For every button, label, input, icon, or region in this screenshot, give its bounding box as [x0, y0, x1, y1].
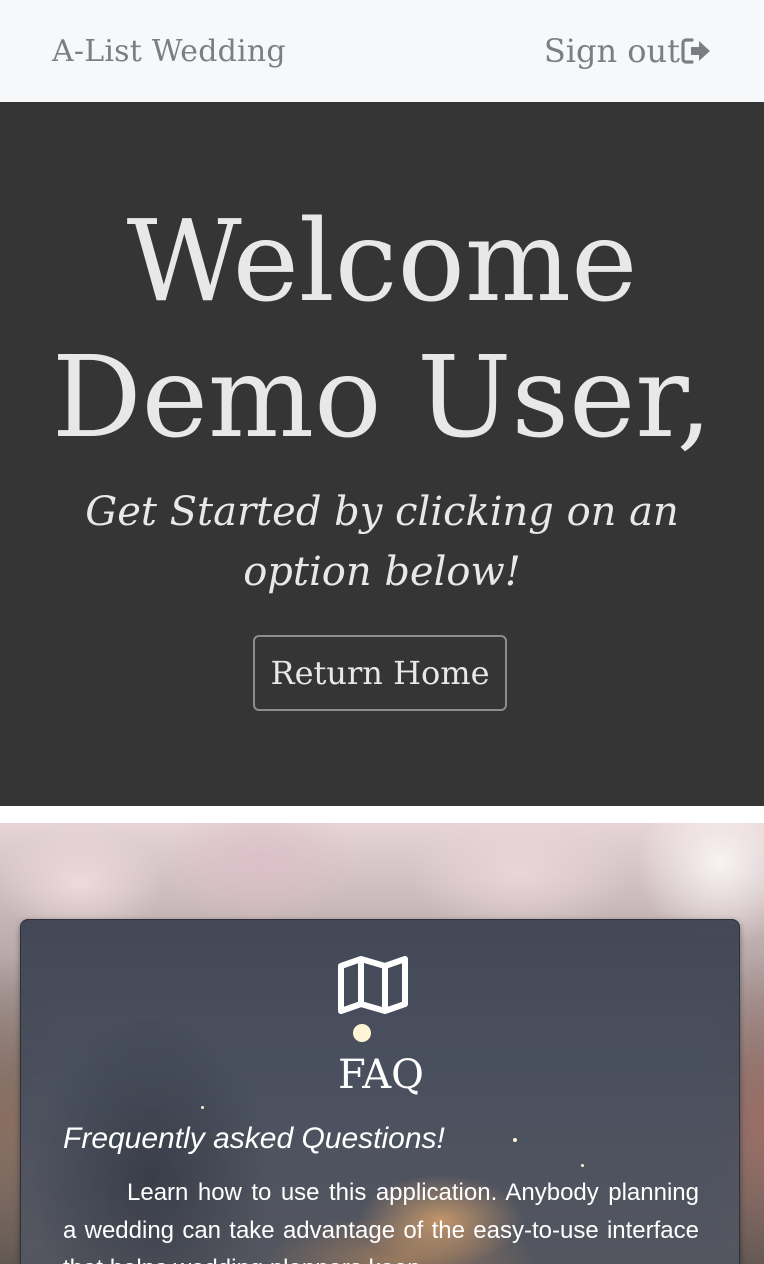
- faq-subtitle: Frequently asked Questions!: [63, 1122, 445, 1155]
- top-navbar: A-List Wedding Sign out: [0, 0, 764, 102]
- return-home-button[interactable]: Return Home: [253, 635, 507, 711]
- faq-card[interactable]: FAQ Frequently asked Questions! Learn ho…: [20, 919, 740, 1264]
- sign-out-button[interactable]: Sign out: [544, 32, 712, 70]
- sparkler-background-image: FAQ Frequently asked Questions! Learn ho…: [0, 823, 764, 1264]
- welcome-heading: Welcome Demo User,: [0, 194, 764, 466]
- faq-title: FAQ: [338, 1052, 424, 1098]
- welcome-heading-line2: Demo User,: [51, 333, 713, 463]
- sign-out-icon: [681, 38, 710, 64]
- sign-out-label: Sign out: [543, 32, 680, 70]
- welcome-hero: Welcome Demo User, Get Started by clicki…: [0, 102, 764, 806]
- welcome-heading-line1: Welcome: [126, 197, 638, 327]
- faq-description: Learn how to use this application. Anybo…: [63, 1179, 699, 1264]
- section-divider: [0, 806, 764, 823]
- sparkle-decoration: [513, 1138, 517, 1142]
- sparkle-decoration: [353, 1024, 371, 1042]
- sparkle-decoration: [581, 1164, 584, 1167]
- map-icon: [338, 956, 408, 1014]
- get-started-subtitle: Get Started by clicking on an option bel…: [85, 489, 679, 595]
- brand-link[interactable]: A-List Wedding: [52, 34, 286, 69]
- sparkle-decoration: [201, 1106, 204, 1109]
